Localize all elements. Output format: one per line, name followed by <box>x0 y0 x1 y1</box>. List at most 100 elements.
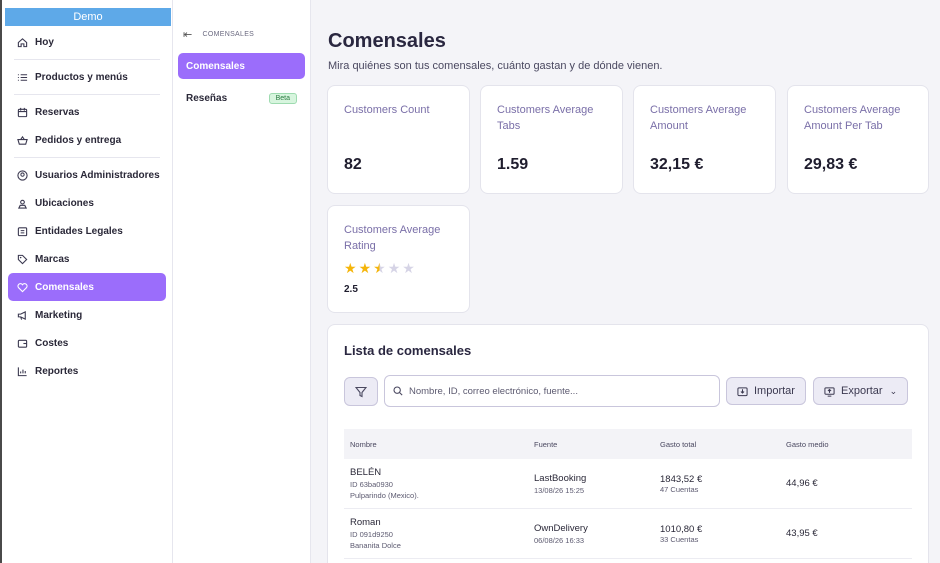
total-spend: 1843,52 € <box>660 473 703 485</box>
megaphone-icon <box>16 309 28 321</box>
sidebar-item-label: Reservas <box>35 106 80 118</box>
sidebar-item-label: Costes <box>35 337 69 349</box>
metric-card-average-amount: Customers Average Amount 32,15 € <box>633 85 776 194</box>
user-circle-icon <box>16 169 28 181</box>
tab-count: 33 Cuentas <box>660 534 699 544</box>
column-header-gasto-total[interactable]: Gasto total <box>660 440 786 449</box>
calendar-icon <box>16 106 28 118</box>
customer-place: Bananita Dolce <box>350 541 401 550</box>
average-spend: 43,95 € <box>786 528 818 539</box>
metric-label: Customers Average Amount Per Tab <box>804 104 901 132</box>
import-label: Importar <box>754 385 795 397</box>
customer-id: ID 091d9250 <box>350 530 393 539</box>
chart-icon <box>16 365 28 377</box>
customer-id: ID 63ba0930 <box>350 480 393 489</box>
subnav-item-label: Comensales <box>186 60 245 72</box>
cell-name: Roman ID 091d9250 Bananita Dolce <box>344 517 534 550</box>
sidebar-item-productos[interactable]: Productos y menús <box>8 63 166 91</box>
metric-card-average-amount-per-tab: Customers Average Amount Per Tab 29,83 € <box>787 85 929 194</box>
source-date: 13/08/26 15:25 <box>534 485 585 495</box>
sidebar-item-pedidos[interactable]: Pedidos y entrega <box>8 126 166 154</box>
search-box[interactable] <box>384 375 720 407</box>
rating-stars: ★ ★ ★ ★ ★ <box>344 260 415 277</box>
basket-icon <box>16 134 28 146</box>
total-spend: 1010,80 € <box>660 523 703 535</box>
sidebar-item-reservas[interactable]: Reservas <box>8 98 166 126</box>
metric-value: 29,83 € <box>804 156 858 173</box>
divider <box>14 59 160 60</box>
sidebar-item-label: Reportes <box>35 365 79 377</box>
customers-list-card: Lista de comensales Importar Exportar ⌄ … <box>327 324 929 563</box>
chevron-down-icon: ⌄ <box>889 385 898 396</box>
export-icon <box>824 386 835 397</box>
sidebar-item-costes[interactable]: Costes <box>8 329 166 357</box>
sidebar-item-label: Productos y menús <box>35 71 128 83</box>
page-title: Comensales <box>328 30 446 52</box>
heart-icon <box>16 281 28 293</box>
metric-card-average-tabs: Customers Average Tabs 1.59 <box>480 85 623 194</box>
subnav-item-comensales[interactable]: Comensales <box>178 53 305 79</box>
divider <box>14 157 160 158</box>
export-label: Exportar <box>841 385 883 397</box>
import-button[interactable]: Importar <box>726 377 806 405</box>
cell-name: BELÉN ID 63ba0930 Pulparindo (Mexico). <box>344 467 534 500</box>
filter-icon <box>355 386 367 397</box>
table-row[interactable]: BELÉN ID 63ba0930 Pulparindo (Mexico). L… <box>344 459 912 509</box>
sidebar-item-label: Usuarios Administradores <box>35 169 160 181</box>
tag-icon <box>16 253 28 265</box>
building-icon <box>16 225 28 237</box>
average-spend: 44,96 € <box>786 478 818 489</box>
export-button[interactable]: Exportar ⌄ <box>813 377 909 405</box>
column-header-fuente[interactable]: Fuente <box>534 440 660 449</box>
metric-value: 1.59 <box>497 156 529 173</box>
section-header: ⇤ COMENSALES <box>183 24 310 44</box>
main-nav: Hoy Productos y menús Reservas Pedidos y… <box>2 28 172 385</box>
sidebar-item-entidades[interactable]: Entidades Legales <box>8 217 166 245</box>
sidebar-item-marketing[interactable]: Marketing <box>8 301 166 329</box>
import-icon <box>737 386 748 396</box>
subnav-item-label: Reseñas <box>186 92 228 104</box>
sidebar-item-usuarios[interactable]: Usuarios Administradores <box>8 161 166 189</box>
sidebar-item-ubicaciones[interactable]: Ubicaciones <box>8 189 166 217</box>
search-icon <box>393 386 403 396</box>
collapse-icon[interactable]: ⇤ <box>183 28 193 41</box>
star-icon: ★ <box>358 260 372 276</box>
divider <box>14 94 160 95</box>
metric-label: Customers Average Tabs <box>497 104 594 132</box>
sidebar-item-marcas[interactable]: Marcas <box>8 245 166 273</box>
sidebar-item-reportes[interactable]: Reportes <box>8 357 166 385</box>
workspace-banner[interactable]: Demo <box>5 8 171 26</box>
sidebar-item-label: Ubicaciones <box>35 197 94 209</box>
subnav-item-resenas[interactable]: Reseñas Beta <box>178 85 305 111</box>
star-icon: ★ <box>402 260 415 276</box>
list-icon <box>16 71 28 83</box>
search-input[interactable] <box>409 385 709 397</box>
metric-label: Customers Count <box>344 104 430 116</box>
location-icon <box>16 197 28 209</box>
source-name: OwnDelivery <box>534 522 588 534</box>
list-title: Lista de comensales <box>344 343 472 358</box>
star-icon: ★ <box>387 260 401 276</box>
column-header-gasto-medio[interactable]: Gasto medio <box>786 440 912 449</box>
page-subtitle: Mira quiénes son tus comensales, cuánto … <box>328 60 663 72</box>
sidebar-item-comensales[interactable]: Comensales <box>8 273 166 301</box>
table-row[interactable]: Roman ID 091d9250 Bananita Dolce OwnDeli… <box>344 509 912 559</box>
source-date: 06/08/26 16:33 <box>534 535 585 545</box>
table-header: Nombre Fuente Gasto total Gasto medio <box>344 429 912 459</box>
section-header-label: COMENSALES <box>202 30 255 38</box>
star-icon: ★ <box>373 260 386 276</box>
sidebar-item-label: Entidades Legales <box>35 225 123 237</box>
main-sidebar: Demo Hoy Productos y menús Reservas Pedi… <box>2 0 173 563</box>
main-content: Comensales Mira quiénes son tus comensal… <box>311 0 940 563</box>
wallet-icon <box>16 337 28 349</box>
metric-value: 32,15 € <box>650 156 704 173</box>
star-icon: ★ <box>344 260 357 276</box>
sidebar-item-hoy[interactable]: Hoy <box>8 28 166 56</box>
sidebar-item-label: Hoy <box>35 36 54 48</box>
metric-value: 82 <box>344 156 362 173</box>
cell-total: 1843,52 € 47 Cuentas <box>660 474 786 494</box>
tab-count: 47 Cuentas <box>660 484 699 494</box>
cell-source: OwnDelivery 06/08/26 16:33 <box>534 523 660 545</box>
filter-button[interactable] <box>344 377 378 406</box>
column-header-nombre[interactable]: Nombre <box>344 440 534 449</box>
